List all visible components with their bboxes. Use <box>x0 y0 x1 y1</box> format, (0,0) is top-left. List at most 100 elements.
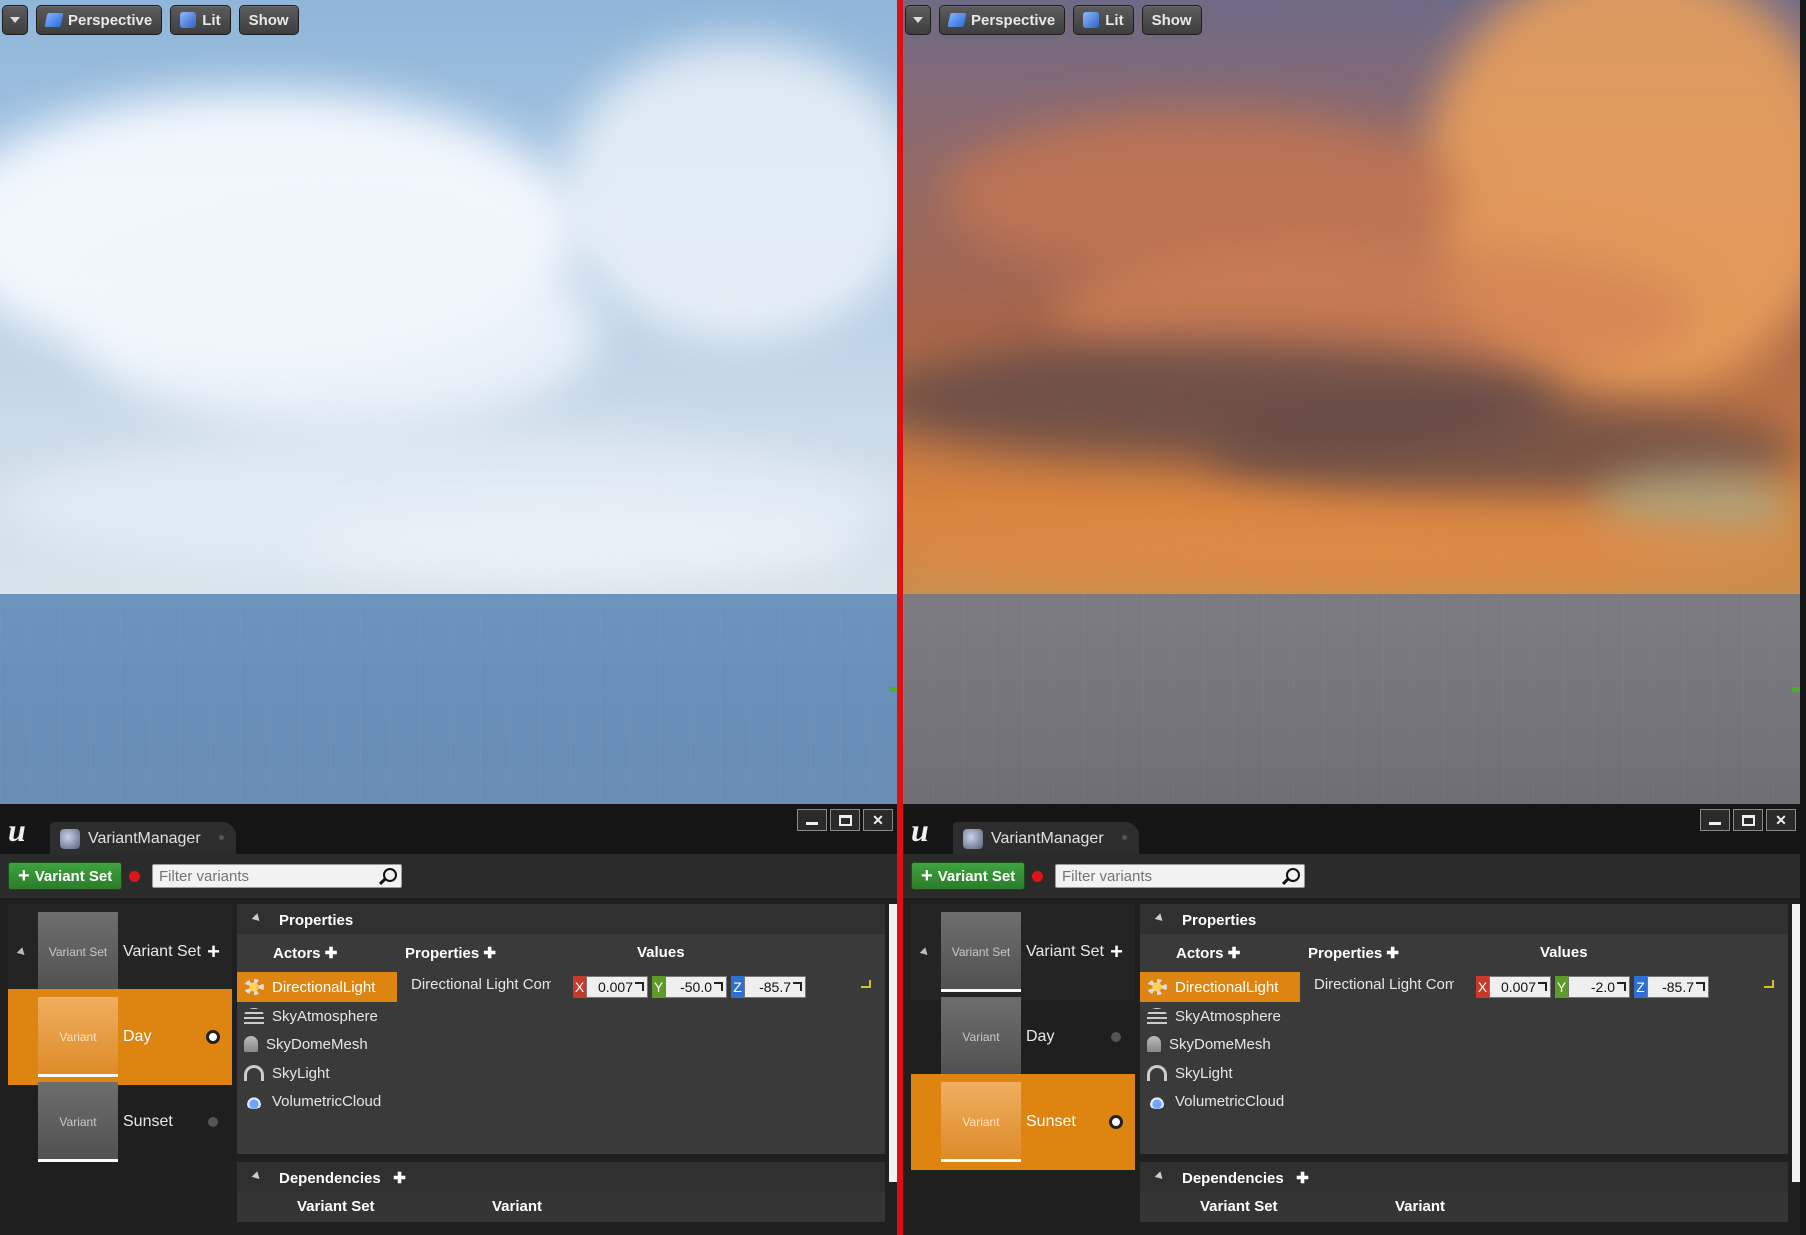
actor-sky-dome-mesh[interactable]: SkyDomeMesh <box>1140 1029 1300 1059</box>
actor-sky-atmosphere[interactable]: SkyAtmosphere <box>1140 1001 1300 1031</box>
lit-button[interactable]: Lit <box>1073 5 1134 35</box>
actor-volumetric-cloud[interactable]: VolumetricCloud <box>1140 1086 1300 1116</box>
actor-sky-light[interactable]: SkyLight <box>1140 1058 1300 1088</box>
variant-row-day[interactable]: Variant Day <box>911 989 1135 1085</box>
minimize-icon <box>806 821 818 825</box>
tab-variant-manager[interactable]: VariantManager <box>953 822 1139 856</box>
filter-variants-input[interactable] <box>1055 864 1305 888</box>
variant-manager-panel: u VariantManager ✕ +Variant Set Variant … <box>0 804 897 1235</box>
viewport-day[interactable]: Perspective Lit Show <box>0 0 897 804</box>
variant-row-sunset[interactable]: Variant Sunset <box>911 1074 1135 1170</box>
sky-light-icon <box>1147 1065 1167 1081</box>
collapse-icon <box>251 1171 263 1182</box>
variant-thumbnail: Variant <box>38 997 118 1077</box>
minimize-button[interactable] <box>797 809 827 831</box>
filter-variants-input[interactable] <box>152 864 402 888</box>
y-field[interactable]: Y -2.0 <box>1555 976 1630 998</box>
viewport-toolbar: Perspective Lit Show <box>905 4 1202 36</box>
inactive-variant-radio[interactable] <box>1111 1032 1121 1042</box>
chevron-down-icon <box>913 17 923 23</box>
show-button[interactable]: Show <box>1141 5 1202 35</box>
add-actor-icon[interactable]: ✚ <box>1228 945 1241 962</box>
add-variant-icon[interactable]: + <box>207 939 220 965</box>
collapse-icon[interactable] <box>16 946 28 958</box>
perspective-button[interactable]: Perspective <box>939 5 1066 35</box>
active-variant-radio[interactable] <box>1109 1115 1123 1129</box>
chevron-down-icon <box>10 17 20 23</box>
minimize-button[interactable] <box>1700 809 1730 831</box>
variant-set-row[interactable]: Variant Set Variant Set + <box>8 904 232 1000</box>
sky-sunset <box>903 0 1800 594</box>
tab-close-icon[interactable] <box>1122 835 1127 840</box>
x-field[interactable]: X 0.007 <box>573 976 648 998</box>
dependencies-header[interactable]: Dependencies ✚ <box>1140 1162 1788 1194</box>
maximize-icon <box>838 814 852 826</box>
inactive-variant-radio[interactable] <box>208 1117 218 1127</box>
properties-header[interactable]: Properties <box>237 904 885 936</box>
actor-sky-dome-mesh[interactable]: SkyDomeMesh <box>237 1029 397 1059</box>
add-property-icon[interactable]: ✚ <box>1386 945 1399 962</box>
sky-day <box>0 0 897 594</box>
static-mesh-icon <box>1147 1036 1161 1052</box>
add-dependency-icon[interactable]: ✚ <box>393 1169 406 1187</box>
close-button[interactable]: ✕ <box>1766 809 1796 831</box>
show-button[interactable]: Show <box>238 5 299 35</box>
variant-row-sunset[interactable]: Variant Sunset <box>8 1074 232 1170</box>
variant-set-row[interactable]: Variant Set Variant Set + <box>911 904 1135 1000</box>
reset-icon[interactable] <box>861 980 871 988</box>
viewport-menu-button[interactable] <box>905 5 931 35</box>
variant-thumbnail: Variant <box>941 997 1021 1077</box>
add-variant-set-button[interactable]: + Variant Set <box>8 862 123 890</box>
minimize-icon <box>1709 821 1721 825</box>
y-field[interactable]: Y -50.0 <box>652 976 727 998</box>
reset-icon[interactable] <box>1764 980 1774 988</box>
variant-manager-icon <box>963 829 983 849</box>
perspective-button[interactable]: Perspective <box>36 5 163 35</box>
record-icon[interactable] <box>129 871 140 882</box>
variant-column-header: Variant <box>1395 1198 1446 1215</box>
record-icon[interactable] <box>1032 871 1043 882</box>
plus-icon: + <box>921 865 933 887</box>
variant-row-day[interactable]: Variant Day <box>8 989 232 1085</box>
dependencies-body: Variant Set Variant <box>237 1192 885 1222</box>
add-variant-set-button[interactable]: + Variant Set <box>911 862 1026 890</box>
actor-volumetric-cloud[interactable]: VolumetricCloud <box>237 1086 397 1116</box>
variant-toolbar: + Variant Set <box>0 854 897 900</box>
actor-sky-light[interactable]: SkyLight <box>237 1058 397 1088</box>
properties-column-header: Properties ✚ <box>405 945 496 962</box>
title-bar: u VariantManager ✕ <box>0 804 897 856</box>
tab-close-icon[interactable] <box>219 835 224 840</box>
add-dependency-icon[interactable]: ✚ <box>1296 1169 1309 1187</box>
add-actor-icon[interactable]: ✚ <box>325 945 338 962</box>
add-property-icon[interactable]: ✚ <box>483 945 496 962</box>
tab-variant-manager[interactable]: VariantManager <box>50 822 236 856</box>
collapse-icon <box>251 913 263 924</box>
properties-section: Properties Actors ✚ Properties ✚ Values … <box>1140 900 1788 1156</box>
dependencies-header[interactable]: Dependencies ✚ <box>237 1162 885 1194</box>
active-variant-radio[interactable] <box>206 1030 220 1044</box>
variant-name: Sunset <box>123 1113 173 1130</box>
z-field[interactable]: Z -85.7 <box>1634 976 1709 998</box>
collapse-icon[interactable] <box>919 946 931 958</box>
add-variant-icon[interactable]: + <box>1110 939 1123 965</box>
property-name: Directional Light Component <box>411 976 551 993</box>
x-field[interactable]: X 0.007 <box>1476 976 1551 998</box>
variant-column-header: Variant <box>492 1198 543 1215</box>
variant-thumbnail: Variant <box>38 1082 118 1162</box>
viewport-menu-button[interactable] <box>2 5 28 35</box>
variant-set-thumbnail: Variant Set <box>941 912 1021 992</box>
viewport-sunset[interactable]: Perspective Lit Show <box>903 0 1800 804</box>
close-button[interactable]: ✕ <box>863 809 893 831</box>
z-field[interactable]: Z -85.7 <box>731 976 806 998</box>
maximize-button[interactable] <box>830 809 860 831</box>
lit-button[interactable]: Lit <box>170 5 231 35</box>
rotation-vector: X 0.007 Y -50.0 Z -85.7 <box>573 976 806 998</box>
rotation-vector: X 0.007 Y -2.0 Z -85.7 <box>1476 976 1709 998</box>
actor-sky-atmosphere[interactable]: SkyAtmosphere <box>237 1001 397 1031</box>
variant-name: Day <box>123 1028 152 1045</box>
maximize-button[interactable] <box>1733 809 1763 831</box>
scrollbar[interactable] <box>889 904 897 1182</box>
properties-header[interactable]: Properties <box>1140 904 1788 936</box>
scrollbar[interactable] <box>1792 904 1800 1182</box>
values-column-header: Values <box>1540 944 1588 961</box>
